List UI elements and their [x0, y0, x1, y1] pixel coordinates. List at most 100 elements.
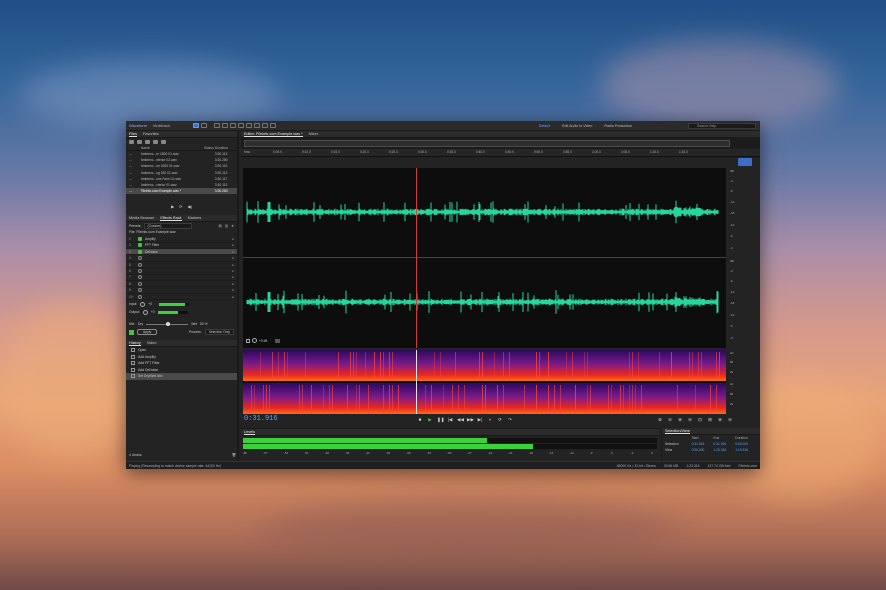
- tab-video[interactable]: Video: [147, 341, 157, 345]
- gain-hud[interactable]: +0 dB: [246, 338, 281, 343]
- arrow-right-icon[interactable]: ▸: [232, 275, 234, 279]
- spot-healing-icon[interactable]: [270, 123, 277, 128]
- history-item-selected[interactable]: Set Dry/Wet Mix: [126, 373, 237, 380]
- record-icon[interactable]: ●: [487, 417, 493, 422]
- go-to-start-icon[interactable]: |◀: [447, 417, 453, 422]
- pause-icon[interactable]: ❚❚: [437, 417, 445, 422]
- save-preset-icon[interactable]: ▤: [219, 224, 222, 228]
- stop-icon[interactable]: ■: [417, 417, 423, 422]
- zoom-selection-icon[interactable]: ⊞: [707, 417, 713, 422]
- selection-start-field[interactable]: 0:31.916: [692, 442, 714, 446]
- tab-favorites[interactable]: Favorites: [143, 132, 159, 136]
- workspace-default[interactable]: Default: [533, 124, 556, 128]
- arrow-right-icon[interactable]: ▸: [232, 288, 234, 292]
- zoom-in-amplitude-icon[interactable]: ⊕: [657, 417, 663, 422]
- tab-history[interactable]: History: [129, 341, 141, 346]
- arrow-right-icon[interactable]: ▸: [232, 243, 234, 247]
- power-icon[interactable]: [138, 256, 142, 261]
- power-icon[interactable]: [138, 262, 142, 267]
- trash-icon[interactable]: 🗑: [232, 453, 236, 457]
- tab-markers[interactable]: Markers: [188, 216, 202, 220]
- arrow-right-icon[interactable]: ▸: [232, 269, 234, 273]
- favorite-icon[interactable]: ★: [231, 224, 234, 228]
- tab-media-browser[interactable]: Media Browser: [129, 216, 154, 220]
- close-file-icon[interactable]: [161, 139, 166, 144]
- rack-power-icon[interactable]: [129, 329, 134, 335]
- insert-icon[interactable]: [153, 139, 158, 144]
- selection-duration-field[interactable]: 0:00.000: [735, 442, 757, 446]
- playhead[interactable]: [416, 168, 417, 348]
- rewind-icon[interactable]: ◀◀: [457, 417, 464, 422]
- workspace-radio-production[interactable]: Radio Production: [598, 124, 638, 128]
- arrow-right-icon[interactable]: ▸: [232, 256, 234, 260]
- overview-strip[interactable]: [241, 138, 760, 149]
- lasso-tool-icon[interactable]: [254, 123, 261, 128]
- mix-slider[interactable]: [146, 321, 189, 326]
- tab-files[interactable]: Files: [129, 132, 138, 137]
- view-duration-field[interactable]: 1:19.316: [735, 448, 757, 452]
- loop-icon[interactable]: ⟳: [497, 417, 503, 422]
- process-dropdown[interactable]: Selection Only: [204, 329, 234, 336]
- zoom-in-time-icon[interactable]: ⊕: [677, 417, 683, 422]
- arrow-right-icon[interactable]: ▸: [232, 282, 234, 286]
- pin-icon[interactable]: [275, 338, 281, 343]
- delete-preset-icon[interactable]: ▥: [225, 224, 228, 228]
- tab-editor[interactable]: Editor: Filelnfo.com Example.wav *: [244, 132, 303, 137]
- presets-dropdown[interactable]: (Custom): [144, 223, 193, 230]
- loop-icon[interactable]: ⟳: [179, 204, 182, 209]
- arrow-right-icon[interactable]: ▸: [232, 295, 234, 299]
- slip-tool-icon[interactable]: [230, 123, 237, 128]
- power-icon[interactable]: [138, 243, 142, 248]
- waveform-view-icon[interactable]: [193, 123, 200, 128]
- waveform-mode-button[interactable]: Waveform: [126, 123, 150, 128]
- view-end-field[interactable]: 1:19.316: [713, 448, 735, 452]
- selection-end-field[interactable]: 0:31.916: [713, 442, 735, 446]
- fast-forward-icon[interactable]: ▶▶: [467, 417, 474, 422]
- move-tool-icon[interactable]: [214, 123, 221, 128]
- power-icon[interactable]: [138, 281, 142, 286]
- spectral-view-icon[interactable]: [201, 123, 208, 128]
- time-selection-tool-icon[interactable]: [238, 123, 245, 128]
- column-name[interactable]: Name: [141, 146, 205, 150]
- power-icon[interactable]: [138, 294, 142, 299]
- import-file-icon[interactable]: [137, 139, 142, 144]
- razor-tool-icon[interactable]: [222, 123, 229, 128]
- current-time[interactable]: 0:31.916: [244, 415, 278, 423]
- output-gain-knob[interactable]: [142, 309, 148, 315]
- timeline-ruler[interactable]: hms 0:05.0 0:10.0 0:15.0 0:20.0 0:25.0 0:30.0 0…: [241, 149, 760, 157]
- waveform-display[interactable]: +0 dB: [243, 168, 726, 348]
- workspace-edit-audio-to-video[interactable]: Edit Audio to Video: [556, 124, 598, 128]
- marquee-tool-icon[interactable]: [246, 123, 253, 128]
- column-status[interactable]: Status: [204, 146, 215, 150]
- tab-mixer[interactable]: Mixer: [309, 132, 318, 136]
- zoom-out-amplitude-icon[interactable]: ⊖: [667, 417, 673, 422]
- power-icon[interactable]: [138, 268, 142, 273]
- play-icon[interactable]: ▶: [427, 417, 433, 422]
- zoom-in-point-icon[interactable]: ⊕: [717, 417, 723, 422]
- gain-knob[interactable]: [252, 338, 257, 343]
- skip-icon[interactable]: ↷: [507, 417, 513, 422]
- volume-icon[interactable]: ◀): [188, 204, 192, 209]
- brush-tool-icon[interactable]: [262, 123, 269, 128]
- view-start-field[interactable]: 0:00.000: [692, 448, 714, 452]
- go-to-end-icon[interactable]: ▶|: [477, 417, 483, 422]
- zoom-out-time-icon[interactable]: ⊖: [687, 417, 693, 422]
- multitrack-mode-button[interactable]: Multitrack: [150, 123, 173, 128]
- arrow-right-icon[interactable]: ▸: [232, 250, 234, 254]
- apply-button[interactable]: Apply: [137, 329, 158, 336]
- file-row-selected[interactable]: ↔ Filelnfo.com Example.wav * 3:30.283: [126, 188, 237, 195]
- zoom-out-point-icon[interactable]: ⊖: [727, 417, 733, 422]
- power-icon[interactable]: [138, 237, 142, 241]
- arrow-right-icon[interactable]: ▸: [232, 263, 234, 267]
- power-icon[interactable]: [138, 249, 142, 254]
- new-file-icon[interactable]: [145, 139, 150, 144]
- tab-effects-rack[interactable]: Effects Rack: [160, 216, 182, 221]
- input-gain-knob[interactable]: [140, 301, 146, 307]
- search-help-input[interactable]: Search Help: [688, 122, 756, 129]
- zoom-full-icon[interactable]: ⊡: [697, 417, 703, 422]
- play-icon[interactable]: ▶: [171, 204, 174, 209]
- column-duration[interactable]: Duration: [215, 146, 234, 150]
- open-file-icon[interactable]: [129, 139, 134, 144]
- arrow-right-icon[interactable]: ▸: [232, 237, 234, 241]
- power-icon[interactable]: [138, 275, 142, 280]
